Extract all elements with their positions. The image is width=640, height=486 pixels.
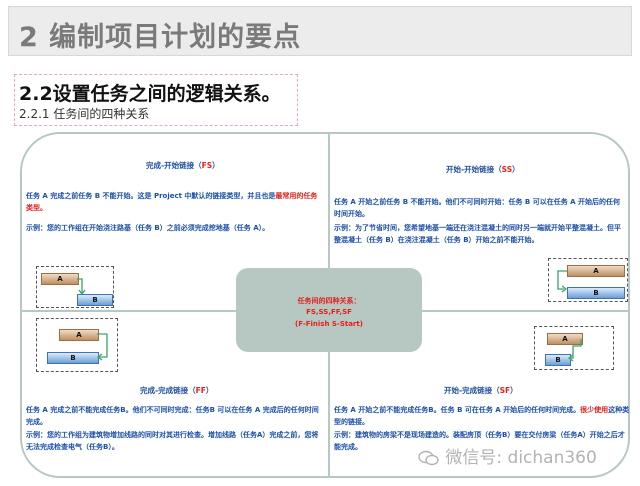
sf-text-1: 任务 A 开始之前不能完成任务B。任务 B 可在任务 A 开始后的任何时间完成。… <box>334 406 630 426</box>
ss-title: 开始-开始链接（SS） <box>446 165 520 174</box>
sf-arrow-icon <box>567 339 582 362</box>
watermark: 微信号: dichan360 <box>418 443 597 468</box>
fs-title: 完成-开始链接（FS） <box>146 161 220 170</box>
section-subtitle: 2.2.1 任务间的四种关系 <box>19 107 150 121</box>
fs-text-2: 示例：您的工作组在开始浇注路基（任务 B）之前必须完成挖地基（任务 A）。 <box>26 224 270 232</box>
center-summary-box: 任务间的四种关系： FS,SS,FF,SF (F-Finish S-Start) <box>236 268 422 352</box>
center-line-3: (F-Finish S-Start) <box>295 320 363 328</box>
center-line-2: FS,SS,FF,SF <box>306 308 352 316</box>
ff-bar-b: B <box>47 352 99 364</box>
fs-arrow-icon <box>77 278 86 296</box>
ff-bar-a: A <box>59 329 99 341</box>
ff-title: 完成-完成链接（FF） <box>140 386 214 395</box>
center-line-1: 任务间的四种关系： <box>297 297 361 305</box>
ff-text-2: 示例：您的工作组为建筑物增加线路的同时对其进行检查。增加线路（任务A）完成之前，… <box>26 431 319 451</box>
ss-text-1: 任务 A 开始之前任务 B 不能开始。他们不可同时开始：任务 B 可以在任务 A… <box>334 198 621 218</box>
title-bar: 2 编制项目计划的要点 <box>8 6 632 56</box>
ss-arrow-icon <box>557 270 568 293</box>
ff-diagram: A B <box>36 318 118 372</box>
ff-text-1: 任务 A 完成之前不能完成任务B。他们不可同时完成：任务B 可以在任务 A 完成… <box>26 406 319 426</box>
ss-bar-a: A <box>567 265 625 277</box>
sf-diagram: A B <box>534 326 614 370</box>
section-heading-box: 2.2设置任务之间的逻辑关系。 2.2.1 任务间的四种关系 <box>14 74 298 126</box>
page-title: 2 编制项目计划的要点 <box>19 22 302 53</box>
watermark-text: 微信号: dichan360 <box>445 448 597 468</box>
section-title: 2.2设置任务之间的逻辑关系。 <box>19 83 281 105</box>
sf-title: 开始-完成链接（SF） <box>444 386 518 395</box>
ss-diagram: A B <box>548 258 628 302</box>
ss-bar-b: B <box>567 287 625 299</box>
wechat-icon <box>418 450 439 466</box>
ss-text-2: 示例：为了节省时间，您希望地基一端还在浇注混凝土的同时另一端就开始平整混凝土。但… <box>334 224 621 244</box>
fs-diagram: A B <box>36 266 114 308</box>
ff-arrow-icon <box>96 333 108 361</box>
fs-text-1: 任务 A 完成之前任务 B 不能开始。这是 Project 中默认的链接类型，并… <box>26 192 318 212</box>
